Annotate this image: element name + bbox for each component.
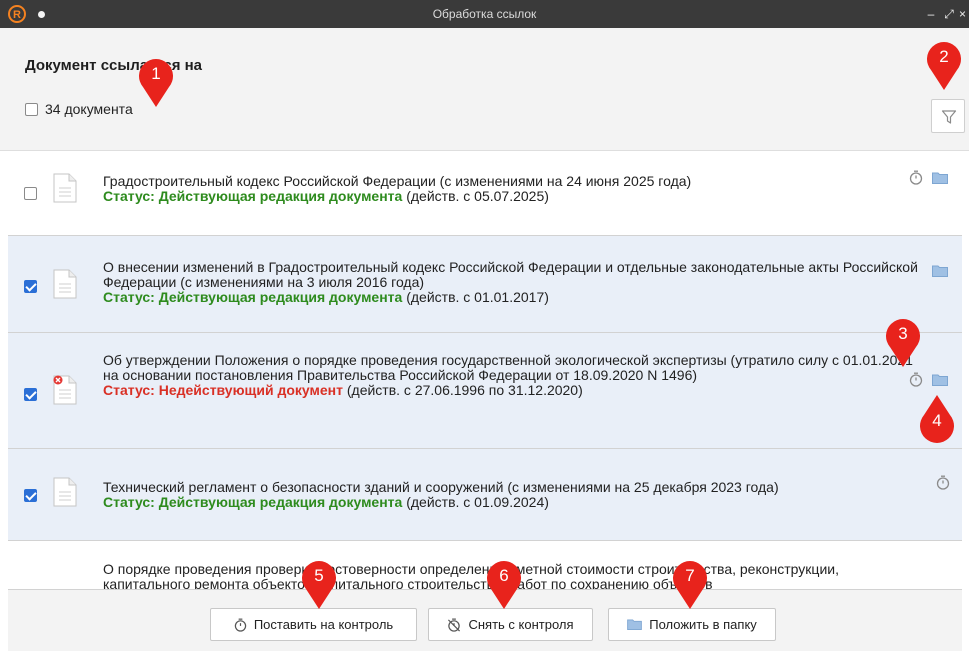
on-control-timer-icon[interactable] — [936, 475, 950, 490]
callout-marker: 2 — [925, 40, 963, 92]
callout-marker: 1 — [137, 57, 175, 109]
filter-button[interactable] — [931, 99, 965, 133]
callout-marker: 3 — [884, 317, 922, 369]
folder-icon[interactable] — [932, 172, 948, 184]
document-title[interactable]: Технический регламент о безопасности зда… — [103, 480, 922, 495]
list-item[interactable]: О внесении изменений в Градостроительный… — [8, 236, 962, 333]
folder-icon — [627, 619, 643, 630]
status-label: Статус: Действующая редакция документа — [103, 494, 403, 510]
status-label: Статус: Действующая редакция документа — [103, 289, 403, 305]
set-control-label: Поставить на контроль — [253, 617, 394, 632]
on-control-timer-icon[interactable] — [909, 372, 923, 387]
put-in-folder-label: Положить в папку — [649, 617, 757, 632]
window-title: Обработка ссылок — [432, 7, 537, 21]
list-item[interactable]: Об утверждении Положения о порядке прове… — [8, 333, 962, 449]
callout-marker: 4 — [918, 393, 956, 445]
row-checkbox[interactable] — [24, 280, 37, 293]
callout-marker: 5 — [300, 559, 338, 611]
document-title[interactable]: О внесении изменений в Градостроительный… — [103, 260, 922, 290]
filter-icon — [941, 110, 957, 124]
status-detail: (действ. с 05.07.2025) — [402, 188, 549, 204]
folder-icon[interactable] — [932, 265, 948, 277]
callout-marker: 6 — [485, 559, 523, 611]
select-all-checkbox[interactable]: 34 документа — [25, 101, 133, 117]
select-all-label: 34 документа — [45, 101, 133, 117]
document-icon — [53, 269, 77, 299]
callout-marker: 7 — [671, 559, 709, 611]
checkbox[interactable] — [25, 102, 38, 116]
timer-icon — [234, 618, 247, 632]
list-item[interactable]: Градостроительный кодекс Российской Феде… — [8, 151, 962, 236]
remove-control-button[interactable]: Снять с контроля — [428, 608, 593, 641]
set-control-button[interactable]: Поставить на контроль — [210, 608, 417, 641]
status-detail: (действ. с 01.01.2017) — [402, 289, 549, 305]
document-title[interactable]: Градостроительный кодекс Российской Феде… — [103, 174, 922, 189]
on-control-timer-icon[interactable] — [909, 170, 923, 185]
status-label: Статус: Действующая редакция документа — [103, 188, 403, 204]
timer-off-icon — [448, 618, 461, 632]
status-detail: (действ. с 27.06.1996 по 31.12.2020) — [342, 382, 583, 398]
row-checkbox[interactable] — [24, 187, 37, 200]
row-checkbox[interactable] — [24, 388, 37, 401]
document-icon — [53, 477, 77, 507]
document-title[interactable]: Об утверждении Положения о порядке прове… — [103, 353, 922, 383]
remove-control-label: Снять с контроля — [468, 617, 574, 632]
put-in-folder-button[interactable]: Положить в папку — [608, 608, 776, 641]
page-title: Документ ссылается на — [25, 57, 203, 74]
folder-icon[interactable] — [932, 374, 948, 386]
status-label: Статус: Недействующий документ — [103, 382, 343, 398]
close-button[interactable]: × — [956, 0, 969, 28]
document-icon — [53, 173, 77, 203]
invalid-document-icon — [53, 375, 77, 405]
list-item[interactable]: Технический регламент о безопасности зда… — [8, 449, 962, 541]
minimize-button[interactable]: – — [921, 0, 941, 28]
row-checkbox[interactable] — [24, 489, 37, 502]
title-bar: R Обработка ссылок – ⤢ × — [0, 0, 969, 28]
status-detail: (действ. с 01.09.2024) — [402, 494, 549, 510]
